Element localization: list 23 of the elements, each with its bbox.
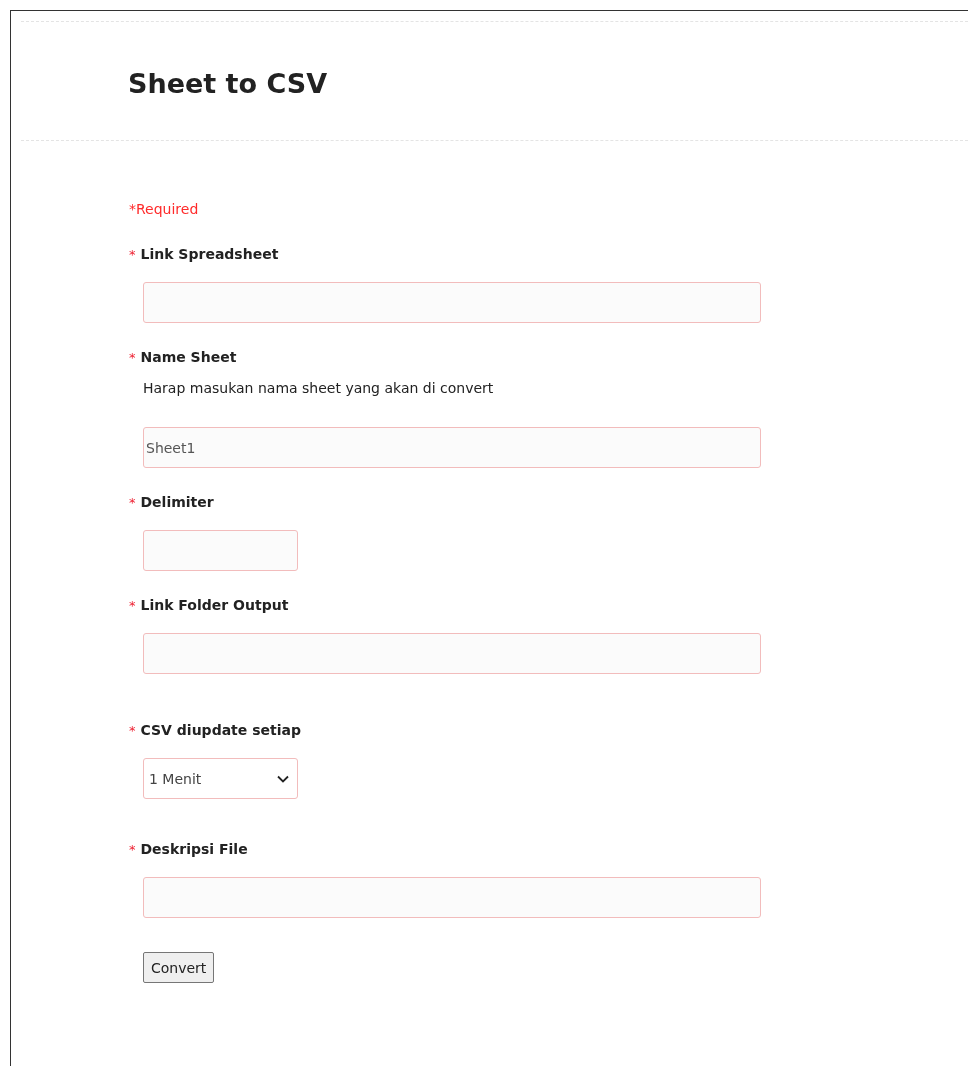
field-label: Link Spreadsheet	[140, 245, 279, 264]
dropdown[interactable]: 1 Menit	[143, 758, 298, 799]
field-label: Deskripsi File	[140, 840, 248, 859]
required-mark: *	[129, 246, 136, 264]
input-field[interactable]	[143, 282, 761, 323]
input-field[interactable]	[143, 877, 761, 918]
required-mark: *	[129, 841, 136, 859]
required-mark: *	[129, 494, 136, 512]
required-mark: *	[129, 597, 136, 615]
required-mark: *	[129, 349, 136, 367]
required-mark: *	[129, 722, 136, 740]
field-label: Delimiter	[140, 493, 214, 512]
chevron-down-icon	[277, 774, 289, 783]
form-title: Sheet to CSV	[128, 67, 329, 101]
input-field[interactable]: Sheet1	[143, 427, 761, 468]
convert-button[interactable]: Convert	[143, 952, 215, 983]
input-field[interactable]	[143, 530, 298, 571]
required-note: *Required	[129, 200, 200, 219]
field-label: Link Folder Output	[140, 596, 289, 615]
input-field[interactable]	[143, 633, 761, 674]
field-label: CSV diupdate setiap	[140, 721, 301, 740]
help-text: Harap masukan nama sheet yang akan di convert	[143, 379, 495, 398]
field-label: Name Sheet	[140, 348, 237, 367]
